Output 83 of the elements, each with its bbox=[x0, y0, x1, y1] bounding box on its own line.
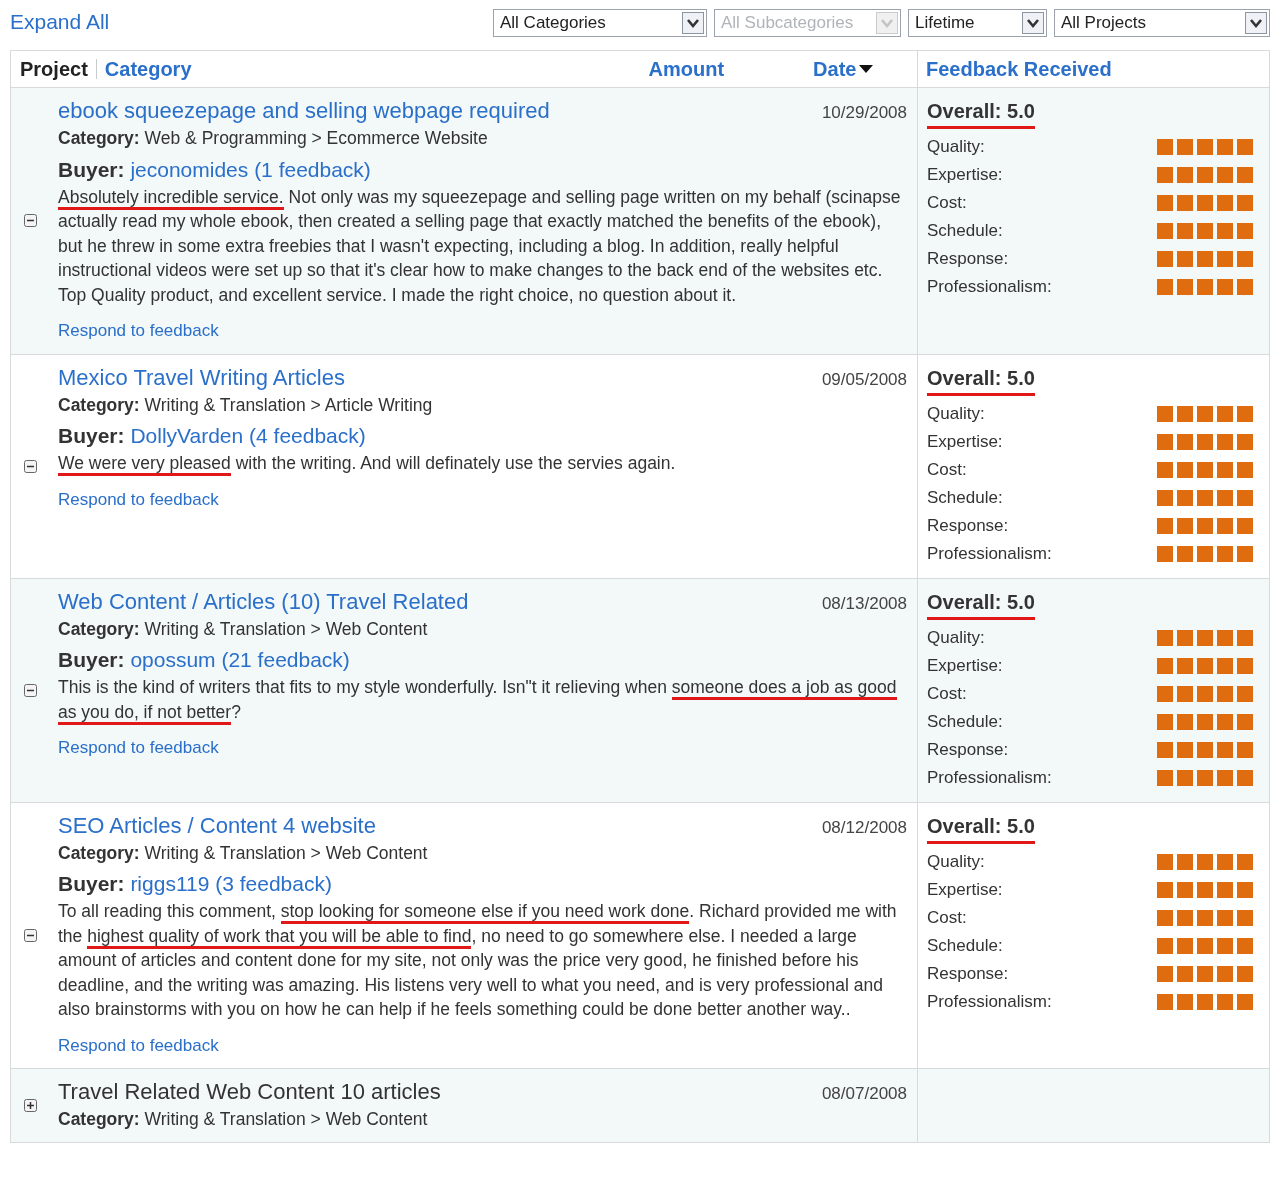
rating-label: Quality: bbox=[927, 403, 985, 424]
rating-label: Response: bbox=[927, 249, 1009, 269]
buyer-feedback-link[interactable]: (4 feedback) bbox=[249, 424, 366, 447]
overall-rating: Overall: 5.0 bbox=[927, 96, 1035, 129]
rating-label: Cost: bbox=[927, 459, 967, 480]
rating-label: Cost: bbox=[927, 683, 967, 704]
buyer-link[interactable]: opossum bbox=[130, 648, 216, 671]
overall-rating: Overall: 5.0 bbox=[927, 362, 1035, 396]
respond-link[interactable]: Respond to feedback bbox=[58, 736, 219, 761]
buyer-link[interactable]: DollyVarden bbox=[130, 424, 244, 447]
category-label: Category: bbox=[58, 842, 140, 863]
respond-link[interactable]: Respond to feedback bbox=[58, 487, 219, 512]
feedback-received-header[interactable]: Feedback Received bbox=[926, 57, 1112, 81]
feedback-text: This is the kind of writers that fits to my style wonderfully. Isn"t it relieving when someone does a job as good as you do, if not better? bbox=[58, 675, 907, 724]
rating-label: Cost: bbox=[927, 193, 967, 213]
buyer-label: Buyer: bbox=[58, 872, 125, 895]
category-label: Category: bbox=[58, 618, 140, 639]
collapse-icon[interactable] bbox=[23, 459, 37, 473]
rating-label: Quality: bbox=[927, 851, 985, 872]
respond-link[interactable]: Respond to feedback bbox=[58, 1033, 219, 1058]
rating-label: Expertise: bbox=[927, 431, 1003, 452]
rating-label: Response: bbox=[927, 739, 1009, 760]
rating-label: Schedule: bbox=[927, 221, 1003, 241]
rating-label: Response: bbox=[927, 515, 1009, 536]
rating-label: Professionalism: bbox=[927, 543, 1052, 564]
filter-dropdown[interactable]: All Projects bbox=[1054, 9, 1270, 37]
project-title[interactable]: Mexico Travel Writing Articles bbox=[58, 362, 345, 393]
rating-label: Professionalism: bbox=[927, 991, 1052, 1012]
rating-label: Expertise: bbox=[927, 165, 1003, 185]
buyer-link[interactable]: jeconomides bbox=[130, 157, 249, 181]
category-label: Category: bbox=[58, 394, 140, 415]
project-date: 08/07/2008 bbox=[821, 1083, 907, 1105]
category-label: Category: bbox=[58, 128, 140, 148]
rating-label: Schedule: bbox=[927, 711, 1003, 732]
project-header: Project bbox=[20, 57, 88, 81]
collapse-icon[interactable] bbox=[23, 928, 37, 942]
feedback-text: We were very pleased with the writing. And will definately use the servies again. bbox=[58, 451, 907, 476]
buyer-label: Buyer: bbox=[58, 648, 125, 671]
collapse-icon[interactable] bbox=[23, 214, 37, 228]
overall-rating: Overall: 5.0 bbox=[927, 586, 1035, 620]
overall-rating: Overall: 5.0 bbox=[927, 810, 1035, 844]
category-value: Writing & Translation > Web Content bbox=[144, 1109, 428, 1129]
project-date: 08/13/2008 bbox=[821, 592, 907, 615]
rating-label: Response: bbox=[927, 963, 1009, 984]
rating-label: Quality: bbox=[927, 627, 985, 648]
rating-label: Expertise: bbox=[927, 879, 1003, 900]
collapse-icon[interactable] bbox=[23, 683, 37, 697]
project-date: 09/05/2008 bbox=[821, 368, 907, 391]
rating-label: Schedule: bbox=[927, 935, 1003, 956]
category-value: Writing & Translation > Article Writing bbox=[144, 394, 433, 415]
buyer-feedback-link[interactable]: (1 feedback) bbox=[254, 157, 371, 181]
project-title[interactable]: Web Content / Articles (10) Travel Related bbox=[58, 586, 469, 617]
filter-dropdown[interactable]: Lifetime bbox=[908, 9, 1047, 37]
project-date: 10/29/2008 bbox=[821, 102, 907, 124]
category-value: Writing & Translation > Web Content bbox=[144, 618, 428, 639]
project-title[interactable]: Travel Related Web Content 10 articles bbox=[58, 1077, 441, 1107]
project-date: 08/12/2008 bbox=[821, 816, 907, 839]
expand-all-link[interactable]: Expand All bbox=[10, 10, 110, 34]
rating-label: Cost: bbox=[927, 907, 967, 928]
feedback-text: Absolutely incredible service. Not only was my squeezepage and selling page written on my behalf (scinapse actually read my whole ebook, then created a selling page that exactly matched the benefits of the ebook), but he threw in some extra freebies that I wasn't expecting, including a blog. In addition, really helpful instructional videos were set up so that it's clear how to make changes to the back end of the websites etc. Top Quality product, and excellent service. I made the right choice, no question about it. bbox=[58, 185, 902, 307]
rating-label: Schedule: bbox=[927, 487, 1003, 508]
category-label: Category: bbox=[58, 1109, 140, 1129]
buyer-feedback-link[interactable]: (21 feedback) bbox=[221, 648, 350, 671]
project-title[interactable]: SEO Articles / Content 4 website bbox=[58, 810, 376, 841]
rating-label: Professionalism: bbox=[927, 277, 1052, 297]
rating-label: Expertise: bbox=[927, 655, 1003, 676]
buyer-label: Buyer: bbox=[58, 157, 125, 181]
rating-label: Professionalism: bbox=[927, 767, 1052, 788]
category-value: Writing & Translation > Web Content bbox=[144, 842, 428, 863]
sort-down-icon bbox=[859, 65, 874, 73]
buyer-label: Buyer: bbox=[58, 424, 125, 447]
buyer-link[interactable]: riggs119 bbox=[130, 872, 210, 895]
category-header[interactable]: Category bbox=[104, 57, 192, 81]
category-value: Web & Programming > Ecommerce Website bbox=[144, 128, 488, 148]
filter-dropdown[interactable]: All Categories bbox=[493, 9, 707, 37]
buyer-feedback-link[interactable]: (3 feedback) bbox=[215, 872, 332, 895]
rating-label: Quality: bbox=[927, 137, 985, 157]
column-header[interactable]: Date bbox=[813, 57, 874, 81]
expand-icon[interactable] bbox=[23, 1098, 37, 1112]
feedback-text: To all reading this comment, stop looking for someone else if you need work done. Richard provided me with the highest quality of work that you will be able to find, no need to go somewhere else. I needed a large amount of articles and content done for my site, not only was the price very good, he finished before his deadline, and the writing was amazing. His listens very well to what you need, and is very professional and also brainstorms with you on how he can help if he feels something could be done better another way.. bbox=[58, 900, 898, 1021]
column-header[interactable]: Amount bbox=[648, 57, 725, 81]
project-title[interactable]: ebook squeezepage and selling webpage required bbox=[58, 96, 550, 126]
respond-link[interactable]: Respond to feedback bbox=[58, 319, 219, 344]
